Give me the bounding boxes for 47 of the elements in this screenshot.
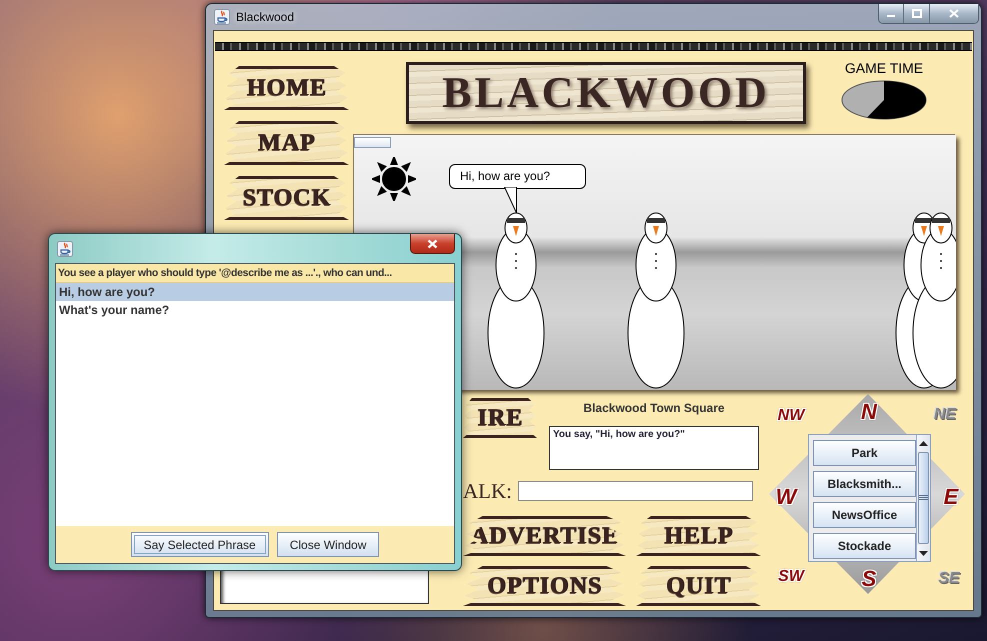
talk-label: ALK: [463, 480, 512, 502]
action-sign-button[interactable]: QUIT [636, 566, 761, 606]
minimize-button[interactable] [879, 4, 903, 23]
grip-icon [919, 495, 928, 501]
close-icon [427, 238, 438, 248]
sun-icon [372, 157, 416, 201]
action-sign-button[interactable]: HELP [636, 516, 761, 556]
tab-handle[interactable] [354, 137, 391, 148]
nav-sign-button[interactable]: MAP [224, 121, 349, 165]
dialog-button[interactable]: Say Selected Phrase [130, 532, 269, 557]
close-button[interactable] [410, 234, 455, 254]
action-sign-button[interactable]: OPTIONS [463, 566, 626, 606]
direction-button[interactable]: NW [778, 407, 804, 425]
direction-button[interactable]: W [776, 485, 796, 509]
location-label: Blackwood Town Square [582, 401, 726, 417]
dialog-button[interactable]: Close Window [276, 532, 380, 557]
scroll-up-button[interactable] [917, 435, 930, 451]
destination-button[interactable]: Blacksmith... [813, 471, 916, 497]
maximize-button[interactable] [903, 4, 929, 23]
phrase-item[interactable]: What's your name? [56, 301, 454, 319]
direction-button[interactable]: SW [778, 568, 804, 586]
up-arrow-icon [919, 440, 928, 446]
action-sign-button[interactable]: ADVERTISE [463, 516, 626, 556]
list-header: You see a player who should type '@describe me as ...'., who can und... [56, 264, 454, 283]
maximize-icon [912, 9, 922, 18]
scrollbar-thumb[interactable] [918, 452, 929, 544]
direction-button[interactable]: S [862, 567, 876, 591]
phrase-item[interactable]: Hi, how are you? [56, 283, 454, 301]
chat-log: You say, "Hi, how are you?" [549, 426, 759, 470]
talk-input-field[interactable] [518, 481, 753, 501]
coffee-cup-icon [214, 9, 230, 25]
coffee-cup-icon [57, 240, 73, 256]
direction-button[interactable]: E [944, 485, 958, 509]
down-arrow-icon [919, 550, 928, 556]
scroll-down-button[interactable] [917, 545, 930, 561]
close-icon [949, 9, 959, 18]
nav-sign-button[interactable]: STOCK [224, 176, 349, 220]
destination-button[interactable]: Park [813, 440, 916, 466]
destination-button[interactable]: NewsOffice [813, 502, 916, 528]
sign-button[interactable]: IRE [463, 398, 537, 438]
window-title: Blackwood [236, 10, 294, 24]
direction-button[interactable]: N [861, 400, 877, 424]
title-sign: BLACKWOOD [406, 62, 806, 124]
game-time-label: GAME TIME [844, 60, 924, 76]
bubble-tail [504, 187, 518, 214]
destination-button[interactable]: Stockade [813, 533, 916, 559]
nav-sign-button[interactable]: HOME [224, 66, 349, 110]
